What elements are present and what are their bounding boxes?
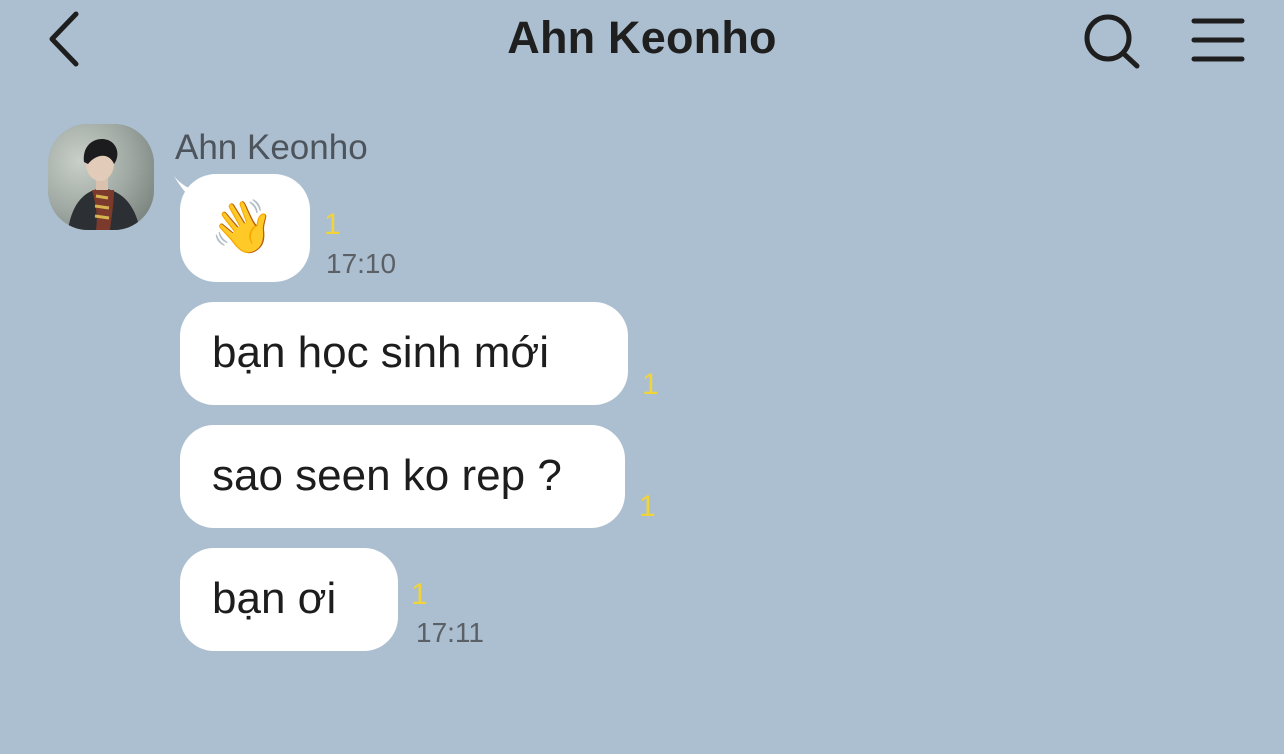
- message-text: bạn ơi: [212, 573, 337, 623]
- message-bubble[interactable]: bạn ơi: [180, 548, 398, 651]
- chat-header: Ahn Keonho: [0, 0, 1284, 80]
- message-text: bạn học sinh mới: [212, 327, 550, 377]
- sender-name: Ahn Keonho: [175, 128, 368, 167]
- search-button[interactable]: [1078, 10, 1142, 70]
- message-bubble[interactable]: bạn học sinh mới: [180, 302, 628, 405]
- message-bubble[interactable]: sao seen ko rep ?: [180, 425, 625, 528]
- avatar[interactable]: [48, 124, 154, 230]
- search-icon: [1084, 14, 1140, 69]
- unread-count: 1: [639, 490, 656, 523]
- message-time: 17:11: [416, 617, 484, 648]
- message-time: 17:10: [326, 248, 397, 279]
- message-bubble[interactable]: 👋: [180, 174, 310, 282]
- menu-button[interactable]: [1186, 12, 1252, 68]
- wave-emoji: 👋: [210, 198, 275, 257]
- unread-count: 1: [324, 208, 341, 241]
- message-text: sao seen ko rep ?: [212, 450, 562, 500]
- unread-count: 1: [642, 368, 659, 401]
- unread-count: 1: [411, 578, 428, 611]
- avatar-photo: [48, 124, 154, 230]
- menu-icon: [1191, 18, 1245, 62]
